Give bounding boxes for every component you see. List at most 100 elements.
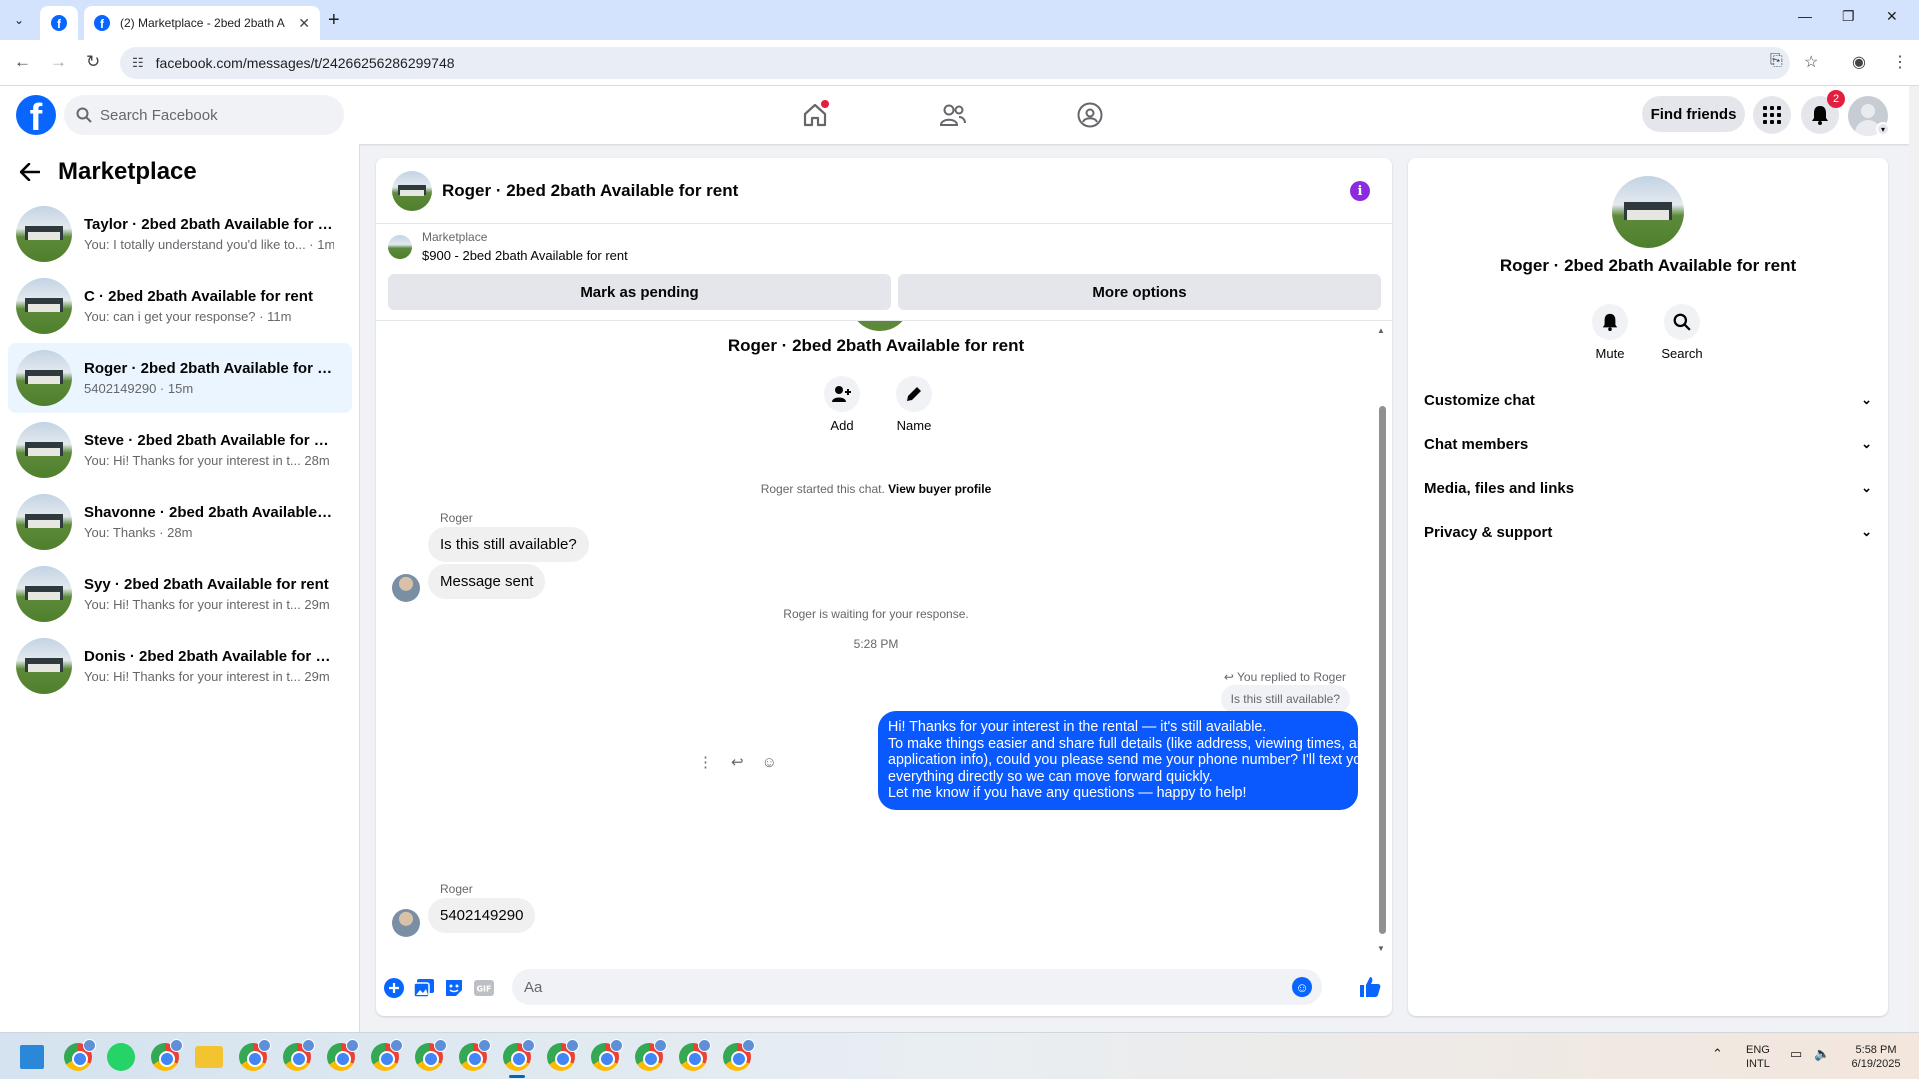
close-tab-icon[interactable]: ✕ — [298, 15, 310, 32]
windows-start-icon[interactable] — [20, 1045, 44, 1069]
thread-title: Roger · 2bed 2bath Available for rent — [727, 336, 1025, 355]
chrome-taskbar-icon[interactable] — [371, 1039, 403, 1071]
more-options-button[interactable]: More options — [898, 274, 1381, 310]
minimize-icon[interactable]: — — [1798, 8, 1812, 24]
privacy-support-row[interactable]: Privacy & support ⌄ — [1424, 514, 1872, 550]
back-icon[interactable]: ← — [14, 52, 31, 72]
whatsapp-taskbar-icon[interactable] — [107, 1043, 135, 1071]
search-facebook-input[interactable]: Search Facebook — [64, 95, 344, 135]
react-emoji-icon[interactable]: ☺ — [762, 754, 777, 771]
incoming-message[interactable]: 5402149290 — [428, 898, 536, 933]
conversation-item-active[interactable]: Roger · 2bed 2bath Available for r... 540… — [8, 343, 352, 413]
close-window-icon[interactable]: ✕ — [1886, 8, 1898, 25]
mark-as-pending-button[interactable]: Mark as pending — [388, 274, 891, 310]
sender-avatar[interactable] — [392, 909, 420, 937]
mute-label: Mute — [1595, 346, 1625, 361]
add-button[interactable]: Add — [812, 376, 872, 433]
notifications-bell-icon[interactable]: 2 — [1801, 90, 1845, 134]
gif-icon[interactable]: GIF — [474, 978, 494, 998]
reply-icon[interactable]: ↩ — [731, 753, 744, 771]
info-title: Roger · 2bed 2bath Available for rent — [1499, 256, 1797, 275]
chrome-taskbar-icon[interactable] — [283, 1039, 315, 1071]
account-chevron-icon[interactable]: ▾ — [1876, 122, 1890, 136]
chrome-taskbar-icon[interactable] — [415, 1039, 447, 1071]
conversation-item[interactable]: C · 2bed 2bath Available for rent You: ca… — [8, 271, 352, 341]
chrome-taskbar-icon[interactable] — [151, 1039, 183, 1071]
friends-icon[interactable] — [937, 100, 969, 130]
customize-chat-row[interactable]: Customize chat ⌄ — [1424, 382, 1872, 418]
sticker-icon[interactable] — [444, 978, 464, 998]
chrome-taskbar-icon[interactable] — [635, 1039, 667, 1071]
bookmark-star-icon[interactable]: ☆ — [1804, 52, 1818, 72]
thread-scrollbar[interactable]: ▲ ▼ — [1376, 326, 1388, 956]
conversation-item[interactable]: Donis · 2bed 2bath Available for re... Yo… — [8, 631, 352, 701]
sender-avatar[interactable] — [392, 574, 420, 602]
message-input[interactable]: Aa ☺ — [512, 969, 1322, 1005]
tab-search-icon[interactable]: ⌄ — [8, 9, 30, 31]
chrome-taskbar-icon[interactable] — [591, 1039, 623, 1071]
facebook-header: f Search Facebook Find friends 2 ▾ — [0, 86, 1909, 144]
clock[interactable]: 5:58 PM 6/19/2025 — [1844, 1043, 1908, 1071]
search-conversation-button[interactable]: Search — [1652, 304, 1712, 361]
chrome-taskbar-icon[interactable] — [723, 1039, 755, 1071]
language-indicator[interactable]: ENG INTL — [1746, 1043, 1770, 1071]
chrome-taskbar-icon[interactable] — [327, 1039, 359, 1071]
chrome-taskbar-icon[interactable] — [64, 1039, 96, 1071]
outgoing-message[interactable]: Hi! Thanks for your interest in the rent… — [878, 711, 1373, 810]
address-bar[interactable]: ☷ facebook.com/messages/t/24266256286299… — [120, 47, 1790, 79]
file-explorer-icon[interactable] — [195, 1046, 223, 1068]
view-buyer-profile-link[interactable]: View buyer profile — [888, 482, 991, 496]
chrome-taskbar-icon[interactable] — [459, 1039, 491, 1071]
groups-icon[interactable] — [1074, 100, 1106, 130]
scroll-thumb[interactable] — [1379, 406, 1386, 934]
facebook-logo-icon[interactable]: f — [16, 95, 56, 135]
conversation-item[interactable]: Taylor · 2bed 2bath Available for r... Yo… — [8, 199, 352, 269]
forward-icon[interactable]: → — [50, 52, 67, 72]
menu-kebab-icon[interactable]: ⋮ — [1892, 52, 1908, 72]
chat-header-title[interactable]: Roger · 2bed 2bath Available for rent — [442, 181, 738, 201]
name-button[interactable]: Name — [884, 376, 944, 433]
scroll-down-arrow-icon[interactable]: ▼ — [1377, 944, 1385, 953]
quoted-message[interactable]: Is this still available? — [1220, 685, 1350, 713]
find-friends-button[interactable]: Find friends — [1642, 96, 1745, 132]
network-icon[interactable]: ▭ — [1790, 1047, 1802, 1061]
conversation-item[interactable]: Syy · 2bed 2bath Available for rent You: … — [8, 559, 352, 629]
incoming-message[interactable]: Is this still available? — [428, 527, 589, 562]
back-arrow-icon[interactable] — [20, 163, 40, 181]
more-kebab-icon[interactable]: ⋮ — [698, 753, 713, 771]
apps-menu-icon[interactable] — [1753, 96, 1791, 134]
chat-started-notice: Roger started this chat. View buyer prof… — [376, 482, 1376, 496]
restore-icon[interactable]: ❐ — [1842, 8, 1855, 25]
chrome-taskbar-icon[interactable] — [239, 1039, 271, 1071]
chat-members-row[interactable]: Chat members ⌄ — [1424, 426, 1872, 462]
mute-button[interactable]: Mute — [1580, 304, 1640, 361]
info-icon[interactable]: i — [1350, 181, 1370, 201]
tray-chevron-icon[interactable]: ⌃ — [1712, 1047, 1723, 1061]
clock-time: 5:58 PM — [1855, 1044, 1897, 1056]
chrome-taskbar-icon[interactable] — [679, 1039, 711, 1071]
tab-marketplace[interactable]: f (2) Marketplace - 2bed 2bath A ✕ — [84, 6, 320, 40]
incoming-message[interactable]: Message sent — [428, 564, 546, 599]
reload-icon[interactable]: ↻ — [86, 52, 100, 72]
new-tab-icon[interactable]: + — [328, 10, 340, 30]
emoji-icon[interactable]: ☺ — [1292, 977, 1312, 997]
conversation-item[interactable]: Steve · 2bed 2bath Available for rent You… — [8, 415, 352, 485]
page-scrollbar[interactable] — [1909, 86, 1919, 1032]
pinned-tab-facebook[interactable]: f — [40, 6, 78, 40]
site-info-icon[interactable]: ☷ — [132, 55, 144, 71]
profile-icon[interactable]: ◉ — [1852, 52, 1866, 72]
scroll-up-arrow-icon[interactable]: ▲ — [1377, 326, 1385, 335]
marketplace-listing-bar[interactable]: Marketplace $900 - 2bed 2bath Available … — [388, 230, 628, 263]
home-icon[interactable] — [799, 100, 831, 130]
attach-photo-icon[interactable] — [414, 978, 434, 998]
conversation-item[interactable]: Shavonne · 2bed 2bath Available f... You:… — [8, 487, 352, 557]
install-app-icon[interactable]: ⎘ — [1770, 52, 1783, 70]
thumbs-up-icon[interactable] — [1358, 975, 1382, 999]
chrome-taskbar-icon-active[interactable] — [503, 1039, 535, 1071]
chat-listing-thumbnail[interactable] — [392, 170, 432, 211]
volume-icon[interactable]: 🔈 — [1814, 1047, 1830, 1061]
chrome-taskbar-icon[interactable] — [547, 1039, 579, 1071]
info-listing-thumbnail[interactable] — [1612, 176, 1684, 248]
more-actions-plus-icon[interactable] — [384, 978, 404, 998]
media-files-links-row[interactable]: Media, files and links ⌄ — [1424, 470, 1872, 506]
